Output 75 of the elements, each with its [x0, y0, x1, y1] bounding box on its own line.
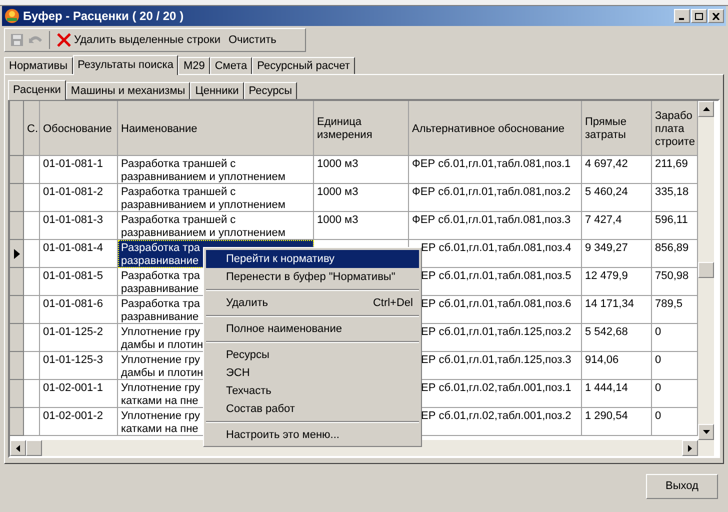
table-cell: [24, 240, 40, 268]
table-cell: 01-02-001-2: [40, 408, 118, 436]
table-cell: Разработка траншей с разравниванием и уплотнением: [118, 156, 314, 184]
tab[interactable]: Смета: [210, 57, 252, 74]
tab[interactable]: Ценники: [190, 82, 244, 99]
table-cell: 914,06: [582, 352, 652, 380]
delete-rows-button[interactable]: Удалить выделенные строки: [54, 30, 224, 50]
current-row-icon: [14, 248, 20, 258]
table-cell: ФЕР сб.01,гл.01,табл.081,поз.1: [409, 156, 582, 184]
table-cell: 01-01-081-2: [40, 184, 118, 212]
tab[interactable]: Ресурсы: [244, 82, 298, 99]
scroll-thumb[interactable]: [698, 262, 714, 278]
scroll-down-button[interactable]: [698, 424, 714, 440]
column-header: Обоснование: [40, 101, 118, 156]
table-cell: 14 171,34: [582, 296, 652, 324]
table-cell: 01-01-081-5: [40, 268, 118, 296]
table-cell: ФЕР сб.01,гл.01,табл.081,поз.2: [409, 184, 582, 212]
table-cell: 12 479,9: [582, 268, 652, 296]
column-header: Единица измерения: [314, 101, 409, 156]
left-arrow-icon: [16, 444, 20, 452]
column-header: Альтернативное обоснование: [409, 101, 582, 156]
tab[interactable]: Нормативы: [4, 57, 73, 74]
table-cell: 9 349,27: [582, 240, 652, 268]
maximize-button[interactable]: [691, 9, 707, 23]
cross-icon: [57, 33, 71, 47]
table-cell: 1000 м3: [314, 184, 409, 212]
table-cell: [24, 352, 40, 380]
up-arrow-icon: [702, 107, 710, 111]
column-header: С..: [24, 101, 40, 156]
table-cell: [24, 156, 40, 184]
table-cell: [24, 324, 40, 352]
window-title: Буфер - Расценки ( 20 / 20 ): [23, 8, 184, 25]
table-cell: 01-01-081-3: [40, 212, 118, 240]
table-cell: 01-01-125-2: [40, 324, 118, 352]
table-cell: [24, 184, 40, 212]
right-arrow-icon: [688, 444, 692, 452]
menu-item[interactable]: Перейти к нормативу: [206, 250, 419, 268]
table-cell: [24, 296, 40, 324]
table-cell: [24, 268, 40, 296]
table-cell: [24, 380, 40, 408]
table-cell: 5 542,68: [582, 324, 652, 352]
table-cell: 1000 м3: [314, 212, 409, 240]
table-cell: 01-01-125-3: [40, 352, 118, 380]
tab[interactable]: Результаты поиска: [72, 55, 178, 75]
scroll-right-button[interactable]: [682, 440, 698, 456]
table-cell: 1 290,54: [582, 408, 652, 436]
app-logo-icon: [4, 8, 20, 24]
exit-button[interactable]: Выход: [646, 474, 718, 499]
table-cell: 4 697,42: [582, 156, 652, 184]
table-cell: 1 444,14: [582, 380, 652, 408]
table-cell: 5 460,24: [582, 184, 652, 212]
scroll-up-button[interactable]: [698, 101, 714, 117]
table-cell: Разработка траншей с разравниванием и уплотнением: [118, 184, 314, 212]
table-cell: [24, 408, 40, 436]
close-icon: [712, 12, 720, 20]
scroll-thumb[interactable]: [26, 440, 42, 456]
close-button[interactable]: [708, 9, 724, 23]
tab[interactable]: М29: [178, 57, 210, 74]
table-cell: 1000 м3: [314, 156, 409, 184]
minimize-button[interactable]: [674, 9, 690, 23]
tab[interactable]: Расценки: [8, 80, 66, 100]
maximize-icon: [695, 12, 703, 20]
table-cell: 7 427,4: [582, 212, 652, 240]
scroll-left-button[interactable]: [10, 440, 26, 456]
table-cell: 01-01-081-6: [40, 296, 118, 324]
column-header: Наименование: [118, 101, 314, 156]
column-header: Прямые затраты: [582, 101, 652, 156]
tab[interactable]: Машины и механизмы: [66, 82, 190, 99]
table-cell: 01-01-081-1: [40, 156, 118, 184]
table-cell: [24, 212, 40, 240]
tab[interactable]: Ресурсный расчет: [252, 57, 355, 74]
table-cell: 01-02-001-1: [40, 380, 118, 408]
clear-button[interactable]: Очистить: [225, 30, 280, 50]
down-arrow-icon: [702, 430, 710, 434]
table-cell: ФЕР сб.01,гл.01,табл.081,поз.3: [409, 212, 582, 240]
